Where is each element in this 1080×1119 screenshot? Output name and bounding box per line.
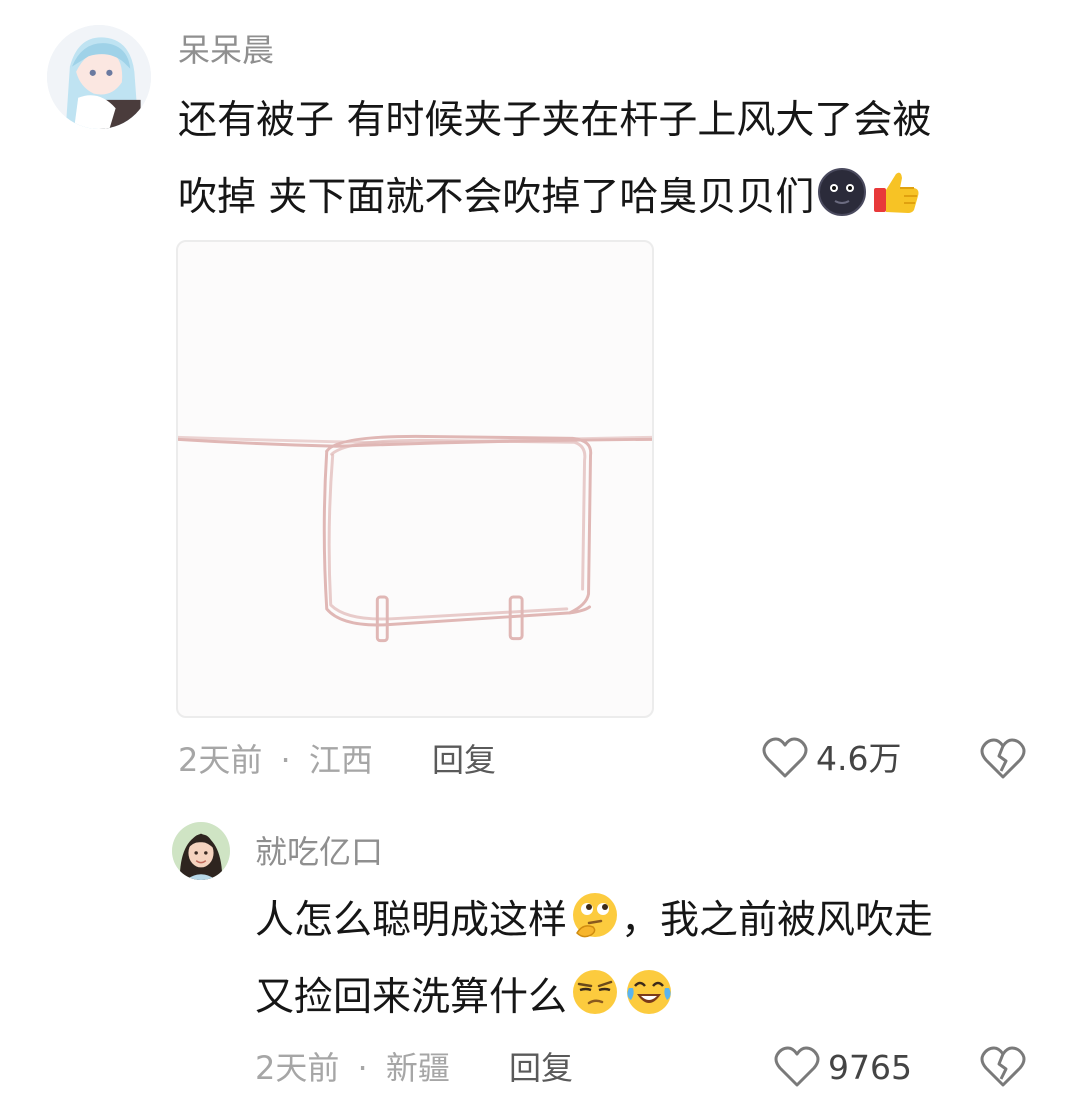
comment-line-text: 人怎么聪明成这样: [255, 898, 568, 943]
comment-line-text: 又捡回来洗算什么: [255, 975, 568, 1020]
comment-text: 还有被子 有时候夹子夹在杆子上风大了会被 吹掉 夹下面就不会吹掉了哈臭贝贝们: [178, 82, 931, 236]
like-count: 4.6万: [816, 738, 902, 778]
drawing-of-blanket-on-pole: [178, 434, 652, 643]
comment-line: 又捡回来洗算什么: [255, 959, 933, 1036]
comment-line-text: ，我之前被风吹走: [621, 898, 934, 943]
broken-heart-icon: [980, 738, 1026, 784]
like-button[interactable]: 4.6万: [762, 737, 901, 779]
reply-button[interactable]: 回复: [432, 744, 496, 776]
heart-outline-icon: [774, 1046, 820, 1088]
comment-time: 2天前: [178, 741, 263, 779]
avatar[interactable]: [47, 25, 151, 129]
comment-line: 人怎么聪明成这样 ，我之前被风吹走: [255, 882, 933, 959]
reply-button[interactable]: 回复: [509, 1052, 573, 1084]
meta-separator: ·: [357, 1049, 368, 1087]
comment-image[interactable]: [176, 240, 654, 718]
laughing-crying-face-emoji-icon: [623, 966, 675, 1018]
username[interactable]: 就吃亿口: [255, 836, 383, 868]
comment-location: 新疆: [385, 1049, 450, 1087]
comment-line: 吹掉 夹下面就不会吹掉了哈臭贝贝们: [178, 159, 931, 236]
comment-location: 江西: [308, 741, 373, 779]
like-button[interactable]: 9765: [774, 1046, 912, 1088]
heart-outline-icon: [762, 737, 808, 779]
comment-line: 还有被子 有时候夹子夹在杆子上风大了会被: [178, 98, 932, 143]
thinking-face-emoji-icon: [569, 889, 621, 941]
avatar[interactable]: [172, 822, 230, 880]
skeptical-face-emoji-icon: [569, 966, 621, 1018]
broken-heart-icon: [980, 1046, 1026, 1092]
like-count: 9765: [828, 1047, 912, 1087]
meta-separator: ·: [280, 741, 291, 779]
comment-meta: 2天前 · 江西: [178, 744, 373, 776]
comment-meta: 2天前 · 新疆: [255, 1052, 450, 1084]
comment-time: 2天前: [255, 1049, 340, 1087]
thumbs-up-emoji-icon: [870, 166, 922, 218]
comment-line-text: 吹掉 夹下面就不会吹掉了哈臭贝贝们: [178, 175, 815, 220]
dislike-button[interactable]: [980, 738, 1026, 784]
comment-text: 人怎么聪明成这样 ，我之前被风吹走 又捡回来洗算什么: [255, 882, 933, 1036]
dark-moon-face-emoji-icon: [816, 166, 868, 218]
username[interactable]: 呆呆晨: [178, 34, 274, 66]
dislike-button[interactable]: [980, 1046, 1026, 1092]
